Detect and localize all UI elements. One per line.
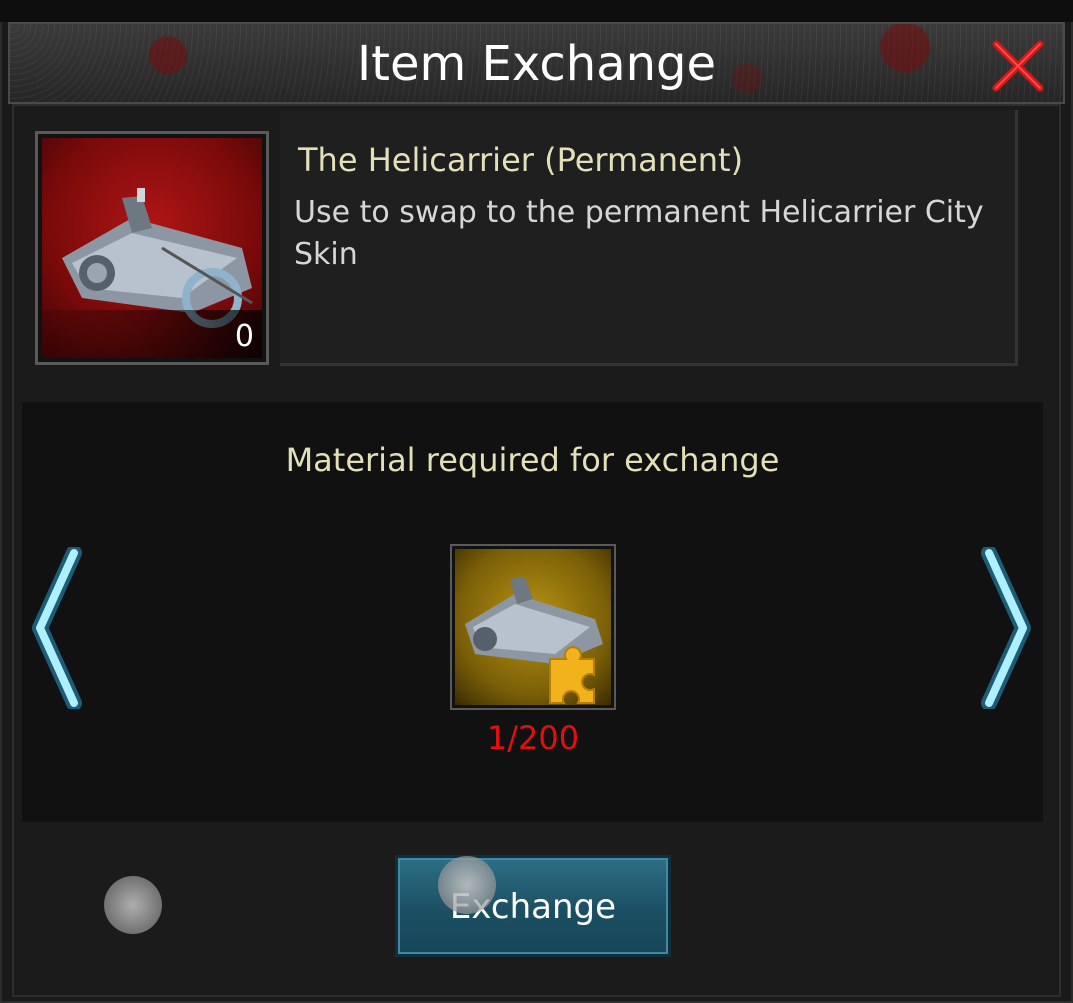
touch-indicator <box>104 876 162 934</box>
previous-arrow-button[interactable] <box>28 545 84 711</box>
item-owned-count: 0 <box>234 319 254 354</box>
item-slot[interactable]: 0 <box>35 131 269 365</box>
top-strip <box>0 0 1073 22</box>
material-progress: 1/200 <box>486 719 580 757</box>
helicarrier-fragment-icon <box>455 549 611 705</box>
next-arrow-button[interactable] <box>979 545 1035 711</box>
material-slot[interactable] <box>450 544 616 710</box>
material-panel: Material required for exchange 1/200 <box>22 402 1043 822</box>
item-description: Use to swap to the permanent Helicarrier… <box>294 195 984 272</box>
exchange-button[interactable]: Exchange <box>395 855 671 957</box>
helicarrier-icon: 0 <box>42 138 262 358</box>
chevron-right-icon <box>981 545 1031 711</box>
material-heading: Material required for exchange <box>285 441 780 479</box>
item-exchange-dialog: Item Exchange 0 The Helicarrier (Permane… <box>0 0 1073 1003</box>
chevron-left-icon <box>32 545 82 711</box>
item-name: The Helicarrier (Permanent) <box>298 141 744 179</box>
item-count-bar <box>42 310 262 358</box>
touch-indicator <box>438 856 496 914</box>
close-button[interactable] <box>990 38 1046 94</box>
close-x-icon <box>992 40 1044 92</box>
dialog-title: Item Exchange <box>356 36 717 92</box>
